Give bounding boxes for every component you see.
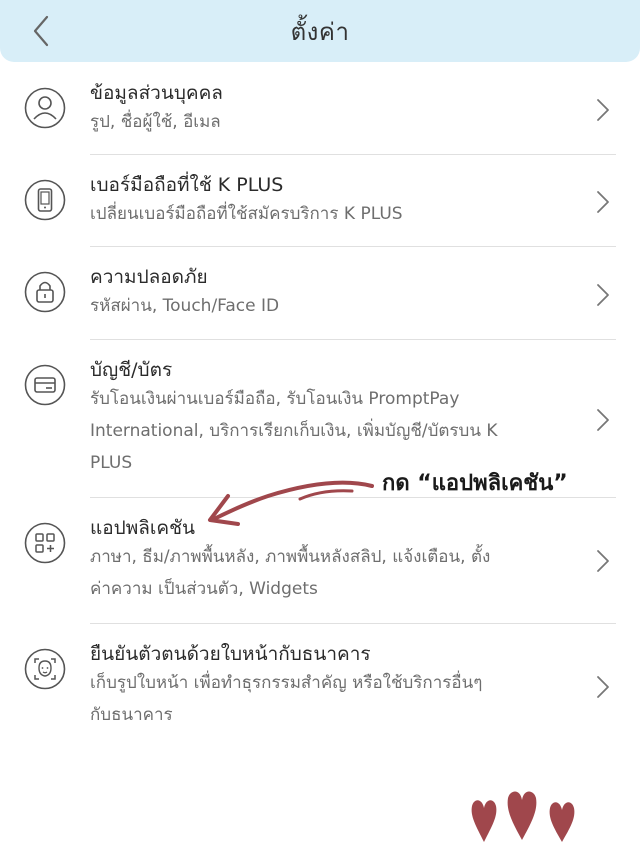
menu-item-description: รูป, ชื่อผู้ใช้, อีเมล xyxy=(90,112,221,132)
chevron-right-icon xyxy=(597,99,609,121)
menu-item-label: ข้อมูลส่วนบุคคล xyxy=(90,82,223,104)
page-title: ตั้งค่า xyxy=(290,17,350,46)
menu-item-label: ยืนยันตัวตนด้วยใบหน้ากับธนาคาร xyxy=(90,643,371,665)
chevron-right-icon xyxy=(597,284,609,306)
mobile-phone-icon xyxy=(24,179,66,221)
menu-item-description: รหัสผ่าน, Touch/Face ID xyxy=(90,296,280,316)
heart-icon xyxy=(507,791,537,840)
lock-icon xyxy=(24,271,66,313)
menu-item-description-line: กับธนาคาร xyxy=(90,705,173,725)
menu-item-accounts-cards[interactable]: บัญชี/บัตร รับโอนเงินผ่านเบอร์มือถือ, รั… xyxy=(0,340,640,498)
menu-item-mobile-number[interactable]: เบอร์มือถือที่ใช้ K PLUS เปลี่ยนเบอร์มือ… xyxy=(0,155,640,247)
menu-item-description-line: รับโอนเงินผ่านเบอร์มือถือ, รับโอนเงิน Pr… xyxy=(90,389,460,409)
card-icon xyxy=(24,364,66,406)
menu-item-application[interactable]: แอปพลิเคชัน ภาษา, ธีม/ภาพพื้นหลัง, ภาพพื… xyxy=(0,498,640,624)
menu-item-label: แอปพลิเคชัน xyxy=(90,517,195,539)
menu-item-label: บัญชี/บัตร xyxy=(90,359,173,381)
face-scan-icon xyxy=(24,648,66,690)
heart-icon xyxy=(549,802,575,842)
menu-item-description: เปลี่ยนเบอร์มือถือที่ใช้สมัครบริการ K PL… xyxy=(90,204,403,224)
person-icon xyxy=(24,87,66,129)
header-bar: ตั้งค่า xyxy=(0,0,640,62)
settings-menu: ข้อมูลส่วนบุคคล รูป, ชื่อผู้ใช้, อีเมล เ… xyxy=(0,62,640,750)
menu-item-description-line: ค่าความ เป็นส่วนตัว, Widgets xyxy=(90,579,318,599)
menu-item-description-line: PLUS xyxy=(90,453,133,473)
chevron-right-icon xyxy=(597,191,609,213)
back-button[interactable] xyxy=(26,14,56,48)
chevron-left-icon xyxy=(33,15,49,47)
chevron-right-icon xyxy=(597,550,609,572)
heart-icon xyxy=(471,800,497,842)
chevron-right-icon xyxy=(597,676,609,698)
menu-item-face-verification[interactable]: ยืนยันตัวตนด้วยใบหน้ากับธนาคาร เก็บรูปใบ… xyxy=(0,624,640,750)
menu-item-description-line: ภาษา, ธีม/ภาพพื้นหลัง, ภาพพื้นหลังสลิป, … xyxy=(90,547,491,567)
menu-item-description-line: International, บริการเรียกเก็บเงิน, เพิ่… xyxy=(90,421,498,441)
menu-item-label: ความปลอดภัย xyxy=(90,266,208,288)
menu-item-personal-info[interactable]: ข้อมูลส่วนบุคคล รูป, ชื่อผู้ใช้, อีเมล xyxy=(0,62,640,155)
hearts-decoration xyxy=(471,791,575,842)
menu-item-security[interactable]: ความปลอดภัย รหัสผ่าน, Touch/Face ID xyxy=(0,247,640,340)
menu-item-label: เบอร์มือถือที่ใช้ K PLUS xyxy=(90,174,284,196)
apps-grid-icon xyxy=(24,522,66,564)
menu-item-description-line: เก็บรูปใบหน้า เพื่อทำธุรกรรมสำคัญ หรือใช… xyxy=(90,673,483,693)
chevron-right-icon xyxy=(597,409,609,431)
